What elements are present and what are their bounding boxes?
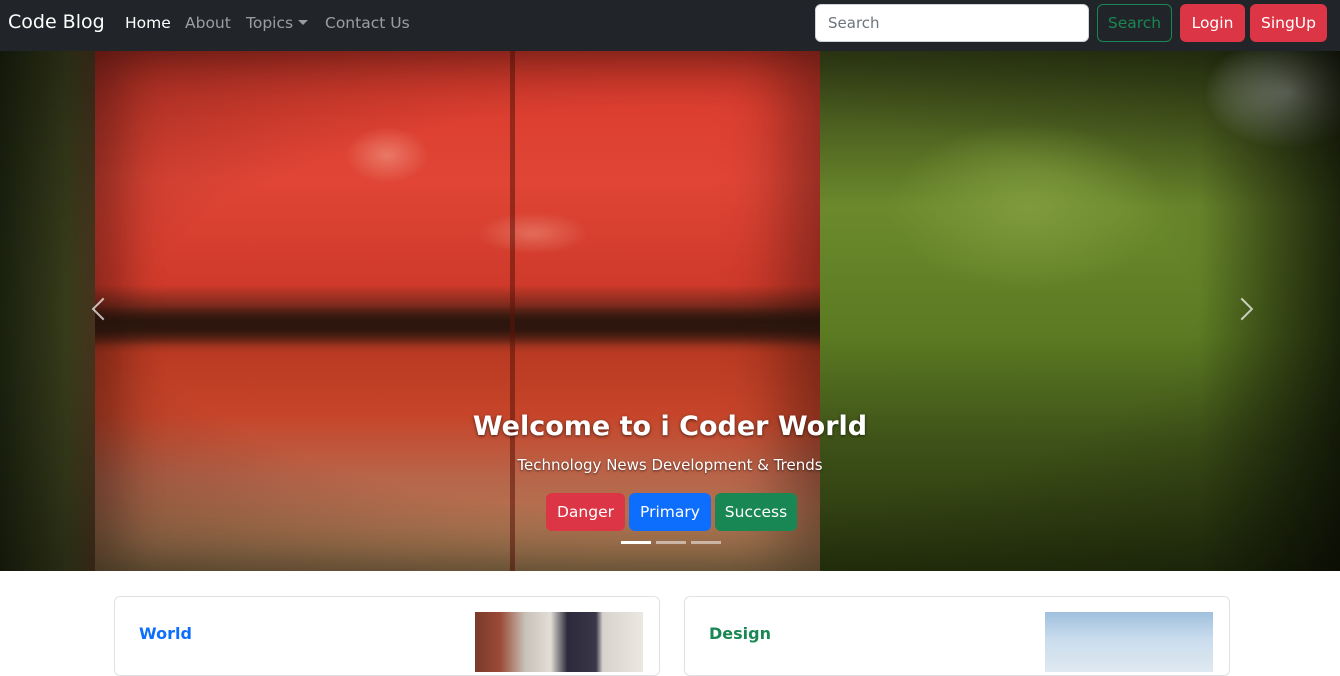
- navbar: Code Blog Home About Topics Contact Us S…: [0, 0, 1340, 51]
- nav-contact-us[interactable]: Contact Us: [325, 14, 410, 32]
- featured-card-world: World: [114, 596, 660, 676]
- hero-carousel: Welcome to i Coder World Technology News…: [0, 51, 1340, 571]
- danger-button[interactable]: Danger: [546, 493, 625, 531]
- carousel-next-button[interactable]: [1230, 291, 1260, 331]
- chevron-left-icon: [91, 297, 115, 321]
- carousel-caption-title: Welcome to i Coder World: [472, 411, 868, 442]
- chevron-down-icon: [298, 20, 309, 25]
- carousel-caption-subtitle: Technology News Development & Trends: [517, 456, 823, 474]
- nav-home[interactable]: Home: [125, 14, 171, 32]
- signup-button[interactable]: SingUp: [1250, 4, 1327, 42]
- search-button[interactable]: Search: [1097, 4, 1172, 42]
- brand-logo[interactable]: Code Blog: [8, 11, 105, 33]
- card-category: Design: [709, 624, 771, 643]
- card-thumbnail: [1045, 612, 1213, 672]
- featured-card-design: Design: [684, 596, 1230, 676]
- carousel-indicator-2[interactable]: [656, 541, 686, 544]
- card-category: World: [139, 624, 192, 643]
- nav-topics-label: Topics: [246, 14, 294, 32]
- success-button[interactable]: Success: [715, 493, 797, 531]
- primary-button[interactable]: Primary: [629, 493, 711, 531]
- carousel-indicator-3[interactable]: [691, 541, 721, 544]
- carousel-indicator-1[interactable]: [621, 541, 651, 544]
- nav-about[interactable]: About: [185, 14, 231, 32]
- search-input[interactable]: [815, 4, 1089, 42]
- nav-topics-dropdown[interactable]: Topics: [246, 14, 309, 32]
- login-button[interactable]: Login: [1180, 4, 1245, 42]
- card-thumbnail: [475, 612, 643, 672]
- carousel-prev-button[interactable]: [83, 291, 115, 331]
- chevron-right-icon: [1230, 297, 1254, 321]
